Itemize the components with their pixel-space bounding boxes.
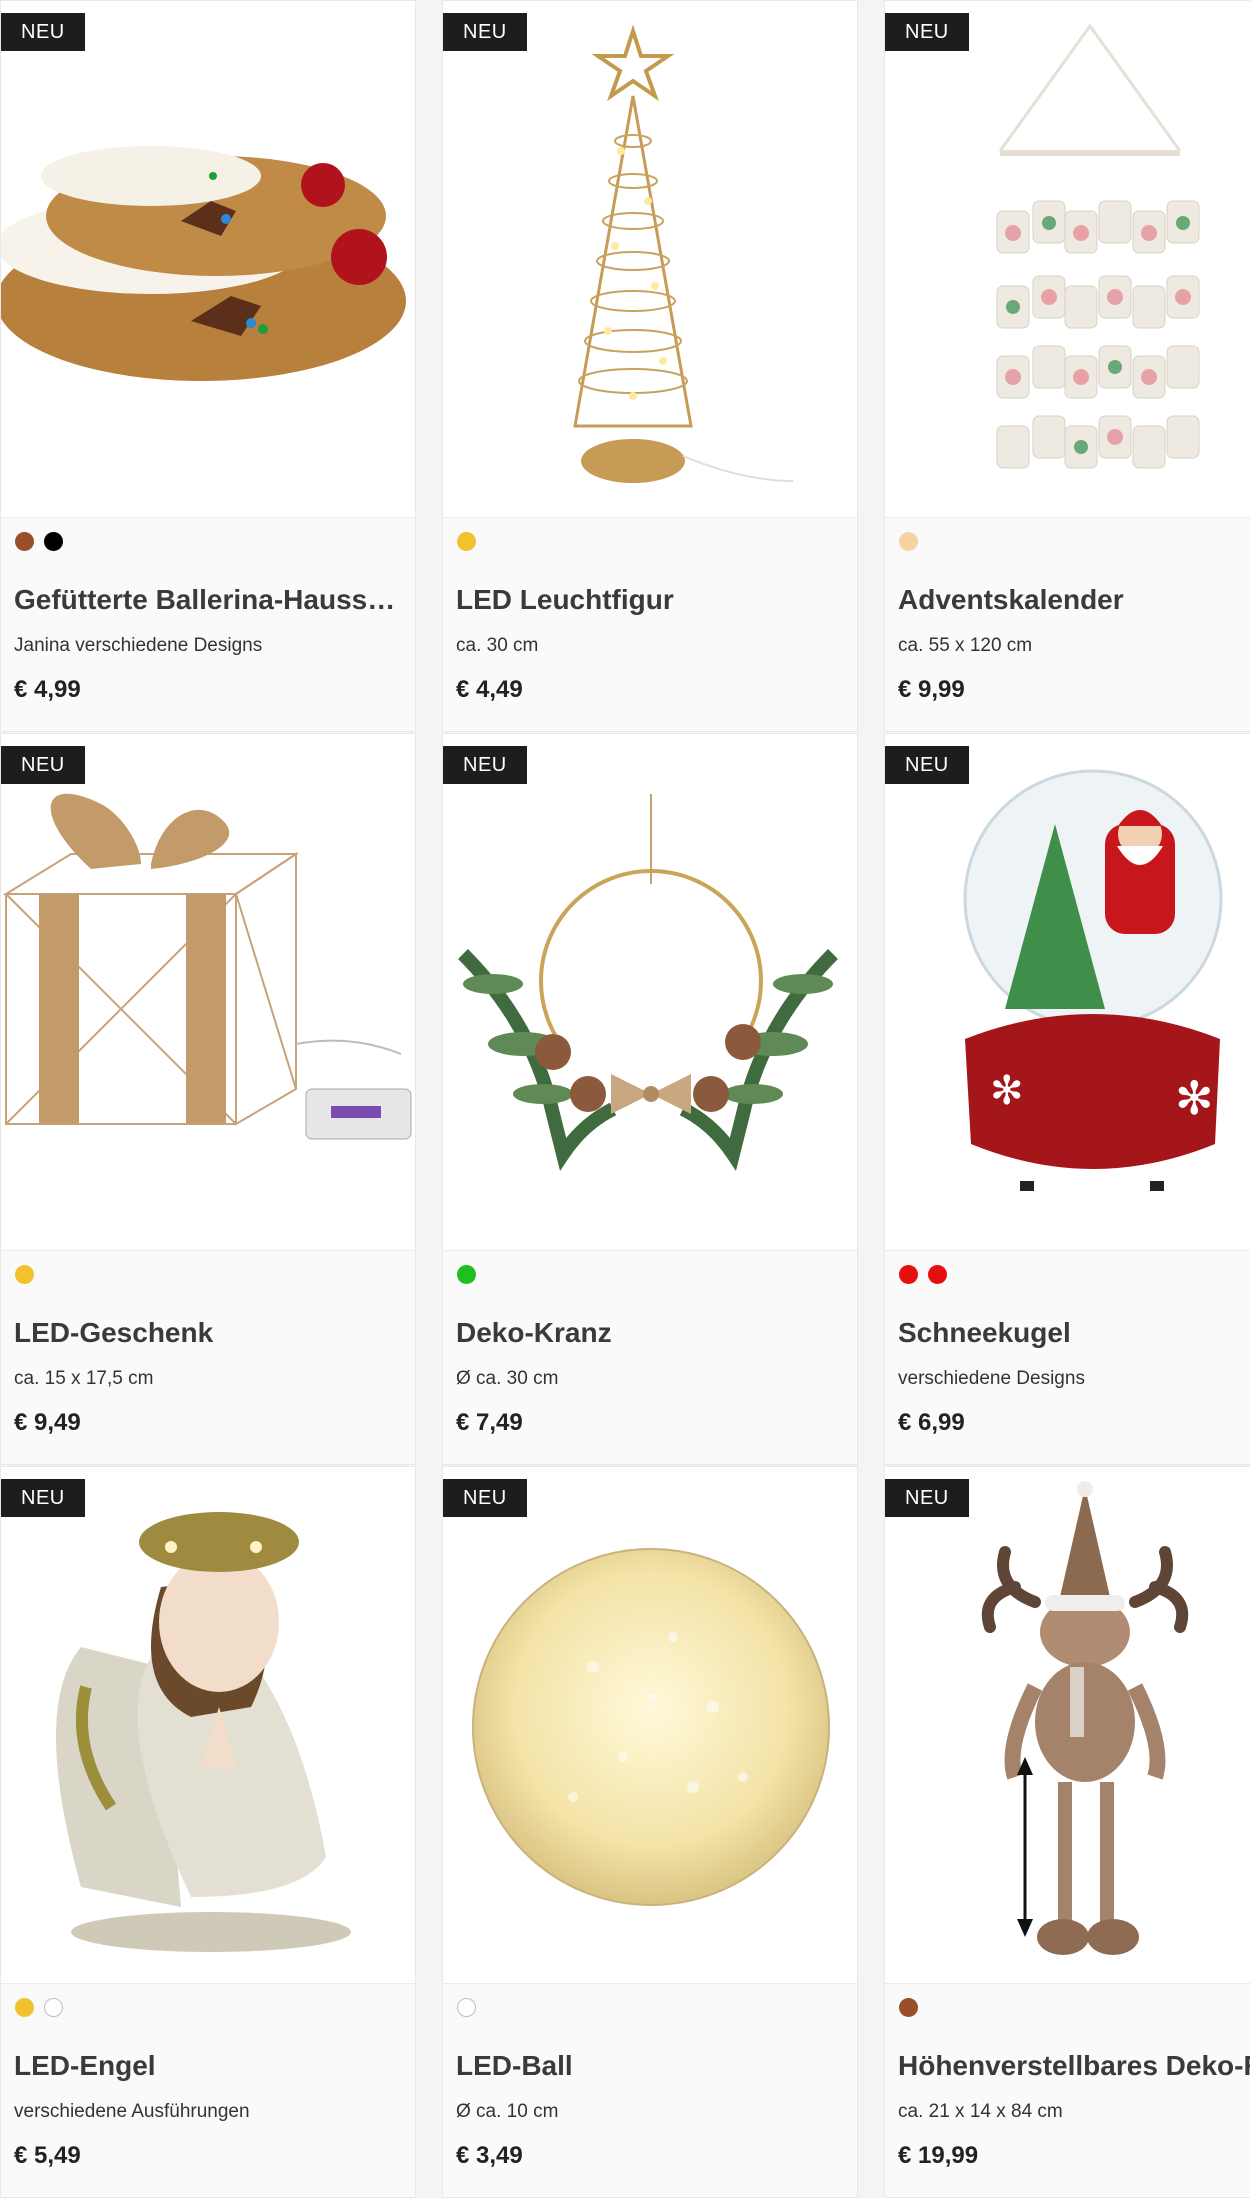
- color-swatch[interactable]: [15, 1265, 34, 1284]
- angel-icon: [56, 1512, 351, 1952]
- product-price: € 19,99: [898, 2142, 979, 2169]
- product-info: Schneekugel verschiedene Designs € 6,99: [885, 1251, 1250, 1464]
- product-info: Deko-Kranz Ø ca. 30 cm € 7,49: [443, 1251, 857, 1464]
- product-image[interactable]: NEU: [443, 1, 857, 518]
- product-title[interactable]: LED-Geschenk: [14, 1317, 409, 1349]
- new-badge: NEU: [885, 1479, 969, 1517]
- product-card[interactable]: NEU: [884, 0, 1250, 732]
- color-swatch[interactable]: [15, 1998, 34, 2017]
- advent-calendar-icon: [996, 23, 1200, 469]
- color-swatches: [457, 532, 476, 551]
- product-info: Gefütterte Ballerina-Hausschuhe Janina v…: [1, 518, 415, 731]
- product-subtitle: Ø ca. 10 cm: [456, 2101, 559, 2122]
- product-image[interactable]: NEU: [1, 1467, 415, 1984]
- product-price: € 6,99: [898, 1409, 965, 1436]
- color-swatch[interactable]: [44, 532, 63, 551]
- product-info: LED-Ball Ø ca. 10 cm € 3,49: [443, 1984, 857, 2197]
- color-swatches: [15, 1265, 34, 1284]
- color-swatch[interactable]: [44, 1998, 63, 2017]
- product-card[interactable]: NEU LED-Engel verschiedene Ausführungen …: [0, 1466, 416, 2198]
- product-card[interactable]: NEU: [0, 733, 416, 1465]
- product-price: € 4,99: [14, 676, 81, 703]
- led-ball-icon: [472, 1548, 830, 1906]
- product-image[interactable]: NEU: [885, 1, 1250, 518]
- product-info: Höhenverstellbares Deko-Rentier ca. 21 x…: [885, 1984, 1250, 2197]
- snow-globe-icon: ✻ ✻: [963, 769, 1223, 1191]
- product-price: € 4,49: [456, 676, 523, 703]
- new-badge: NEU: [1, 13, 85, 51]
- product-grid: NEU Gefütterte Ballerina-Hausschuhe Jani…: [0, 0, 1250, 2198]
- new-badge: NEU: [1, 746, 85, 784]
- product-price: € 7,49: [456, 1409, 523, 1436]
- product-title[interactable]: Adventskalender: [898, 584, 1250, 616]
- reindeer-icon: [981, 1481, 1189, 1955]
- slippers-icon: [1, 146, 406, 381]
- product-image[interactable]: NEU: [1, 734, 415, 1251]
- product-subtitle: ca. 55 x 120 cm: [898, 635, 1033, 656]
- product-info: LED-Geschenk ca. 15 x 17,5 cm € 9,49: [1, 1251, 415, 1464]
- product-card[interactable]: NEU LED-Ball Ø ca. 10 cm € 3,49: [442, 1466, 858, 2198]
- product-subtitle: Janina verschiedene Designs: [14, 635, 263, 656]
- product-price: € 9,99: [898, 676, 965, 703]
- product-image[interactable]: NEU ✻ ✻: [885, 734, 1250, 1251]
- color-swatches: [15, 532, 63, 551]
- product-image[interactable]: NEU: [443, 1467, 857, 1984]
- svg-text:✻: ✻: [990, 1068, 1024, 1114]
- product-image[interactable]: NEU: [443, 734, 857, 1251]
- color-swatches: [899, 532, 918, 551]
- color-swatch[interactable]: [899, 532, 918, 551]
- color-swatch[interactable]: [457, 532, 476, 551]
- product-subtitle: verschiedene Ausführungen: [14, 2101, 250, 2122]
- product-subtitle: ca. 15 x 17,5 cm: [14, 1368, 154, 1389]
- product-title[interactable]: Höhenverstellbares Deko-Rentier: [898, 2050, 1250, 2082]
- gift-box-icon: [2, 793, 412, 1140]
- product-title[interactable]: Deko-Kranz: [456, 1317, 851, 1349]
- new-badge: NEU: [443, 746, 527, 784]
- color-swatch[interactable]: [457, 1265, 476, 1284]
- color-swatch[interactable]: [899, 1998, 918, 2017]
- product-subtitle: ca. 30 cm: [456, 635, 539, 656]
- product-info: LED Leuchtfigur ca. 30 cm € 4,49: [443, 518, 857, 731]
- product-price: € 5,49: [14, 2142, 81, 2169]
- product-info: Adventskalender ca. 55 x 120 cm € 9,99: [885, 518, 1250, 731]
- color-swatches: [899, 1265, 947, 1284]
- product-title[interactable]: Schneekugel: [898, 1317, 1250, 1349]
- new-badge: NEU: [1, 1479, 85, 1517]
- color-swatches: [457, 1998, 476, 2017]
- product-title[interactable]: LED-Ball: [456, 2050, 851, 2082]
- new-badge: NEU: [885, 746, 969, 784]
- color-swatches: [899, 1998, 918, 2017]
- product-title[interactable]: LED-Engel: [14, 2050, 409, 2082]
- product-image[interactable]: NEU: [1, 1, 415, 518]
- new-badge: NEU: [443, 1479, 527, 1517]
- product-subtitle: Ø ca. 30 cm: [456, 1368, 559, 1389]
- color-swatches: [457, 1265, 476, 1284]
- wreath-icon: [443, 794, 857, 1250]
- color-swatch[interactable]: [928, 1265, 947, 1284]
- product-title[interactable]: LED Leuchtfigur: [456, 584, 851, 616]
- product-subtitle: verschiedene Designs: [898, 1368, 1085, 1389]
- product-price: € 9,49: [14, 1409, 81, 1436]
- svg-text:✻: ✻: [1175, 1071, 1214, 1125]
- product-price: € 3,49: [456, 2142, 523, 2169]
- product-title[interactable]: Gefütterte Ballerina-Hausschuhe: [14, 584, 409, 616]
- product-card[interactable]: NEU Gefütterte Ballerina-Hausschuhe Jani…: [0, 0, 416, 732]
- color-swatch[interactable]: [457, 1998, 476, 2017]
- color-swatches: [15, 1998, 63, 2017]
- new-badge: NEU: [885, 13, 969, 51]
- product-subtitle: ca. 21 x 14 x 84 cm: [898, 2101, 1063, 2122]
- product-card[interactable]: NEU: [442, 733, 858, 1465]
- product-card[interactable]: NEU: [442, 0, 858, 732]
- color-swatch[interactable]: [15, 532, 34, 551]
- product-card[interactable]: NEU: [884, 1466, 1250, 2198]
- led-tree-icon: [573, 24, 794, 483]
- product-card[interactable]: NEU ✻ ✻ Schneekugel verschiedene Designs…: [884, 733, 1250, 1465]
- product-info: LED-Engel verschiedene Ausführungen € 5,…: [1, 1984, 415, 2197]
- product-image[interactable]: NEU: [885, 1467, 1250, 1984]
- color-swatch[interactable]: [899, 1265, 918, 1284]
- new-badge: NEU: [443, 13, 527, 51]
